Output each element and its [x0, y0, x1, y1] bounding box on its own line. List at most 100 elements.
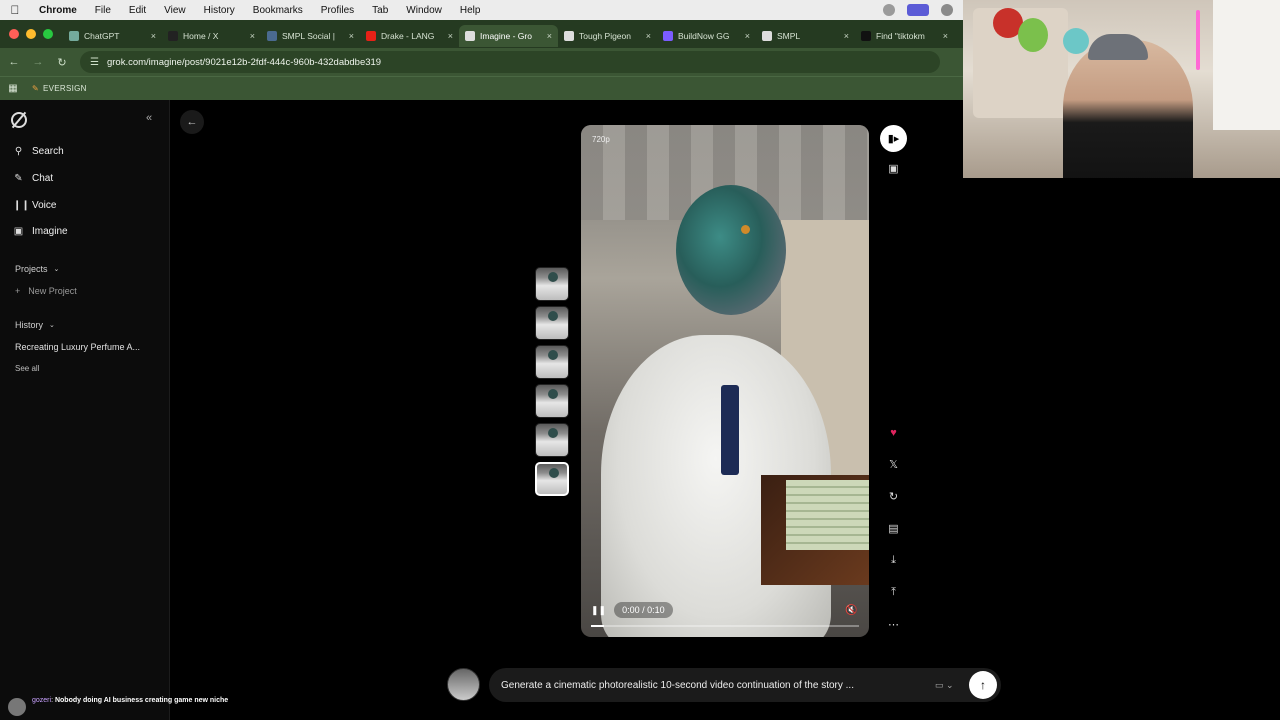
cash-stacks: [786, 480, 869, 550]
like-button[interactable]: ♥: [880, 419, 907, 446]
bookmark-eversign[interactable]: ✎ EVERSIGN: [32, 84, 87, 93]
download-button[interactable]: ⤓: [880, 547, 907, 574]
stream-chat-message: gozeri: Nobody doing AI business creatin…: [8, 684, 228, 716]
back-button[interactable]: ←: [180, 110, 204, 134]
upload-share-button[interactable]: ⤒: [880, 579, 907, 606]
video-thumbnail[interactable]: [535, 384, 569, 418]
arrow-up-icon: ↑: [980, 678, 986, 692]
menu-help[interactable]: Help: [451, 5, 490, 16]
video-player[interactable]: 720p ❚❚ 0:00 / 0:10 🔇: [581, 125, 869, 637]
prompt-input[interactable]: Generate a cinematic photorealistic 10-s…: [489, 668, 1001, 702]
sidebar-item-chat[interactable]: ✎ Chat: [13, 173, 53, 184]
browser-tab[interactable]: SMPL Social | ×: [261, 25, 360, 47]
image-mode-button[interactable]: ▣: [880, 155, 907, 182]
browser-tab[interactable]: Imagine - Gro ×: [459, 25, 558, 47]
video-thumbnail[interactable]: [535, 306, 569, 340]
history-item[interactable]: Recreating Luxury Perfume A...: [15, 342, 140, 352]
video-mode-button[interactable]: ▮▸: [880, 125, 907, 152]
close-tab-icon[interactable]: ×: [646, 31, 651, 41]
browser-tab[interactable]: Drake - LANG ×: [360, 25, 459, 47]
new-project-button[interactable]: + New Project: [15, 286, 77, 296]
grok-logo-icon[interactable]: [11, 112, 27, 128]
sidebar-item-imagine[interactable]: ▣ Imagine: [13, 226, 68, 237]
see-all-link[interactable]: See all: [15, 364, 39, 373]
menu-app-name[interactable]: Chrome: [30, 5, 86, 16]
menu-history[interactable]: History: [195, 5, 244, 16]
menu-file[interactable]: File: [86, 5, 120, 16]
tab-favicon-icon: [267, 31, 277, 41]
site-settings-icon[interactable]: ☰: [90, 57, 99, 68]
sidebar-item-search[interactable]: ⚲ Search: [13, 146, 64, 157]
collapse-sidebar-icon[interactable]: «: [146, 112, 152, 124]
status-camera-icon[interactable]: [941, 4, 953, 16]
menu-window[interactable]: Window: [397, 5, 451, 16]
more-button[interactable]: ⋯: [880, 611, 907, 638]
address-url: grok.com/imagine/post/9021e12b-2fdf-444c…: [106, 56, 382, 68]
browser-tab[interactable]: Find "tiktokm ×: [855, 25, 954, 47]
close-window-button[interactable]: [9, 29, 19, 39]
close-tab-icon[interactable]: ×: [250, 31, 255, 41]
menu-profiles[interactable]: Profiles: [312, 5, 363, 16]
video-progress-fill: [591, 625, 605, 627]
tab-favicon-icon: [762, 31, 772, 41]
close-tab-icon[interactable]: ×: [844, 31, 849, 41]
zoom-window-button[interactable]: [43, 29, 53, 39]
mute-icon[interactable]: 🔇: [845, 605, 857, 616]
close-tab-icon[interactable]: ×: [745, 31, 750, 41]
edit-image-button[interactable]: ▤: [880, 515, 907, 542]
chevron-down-icon: ⌄: [946, 679, 954, 690]
address-bar[interactable]: ☰ grok.com/imagine/post/9021e12b-2fdf-44…: [80, 51, 940, 73]
resolution-label: 720p: [592, 135, 610, 144]
chevron-down-icon: ⌄: [49, 322, 55, 329]
menu-tab[interactable]: Tab: [363, 5, 397, 16]
search-icon: ⚲: [14, 146, 23, 157]
history-header[interactable]: History ⌄: [15, 320, 55, 330]
close-tab-icon[interactable]: ×: [943, 31, 948, 41]
browser-tab[interactable]: ChatGPT ×: [63, 25, 162, 47]
close-tab-icon[interactable]: ×: [547, 31, 552, 41]
send-button[interactable]: ↑: [969, 671, 997, 699]
tab-favicon-icon: [69, 31, 79, 41]
close-tab-icon[interactable]: ×: [349, 31, 354, 41]
back-arrow-icon[interactable]: ←: [4, 56, 24, 68]
video-mode-dropdown[interactable]: ▭ ⌄: [935, 680, 954, 691]
close-tab-icon[interactable]: ×: [151, 31, 156, 41]
window-controls: [0, 29, 63, 39]
new-project-label: New Project: [28, 286, 77, 296]
menu-edit[interactable]: Edit: [120, 5, 155, 16]
tab-label: Tough Pigeon: [579, 31, 631, 41]
tab-label: Find "tiktokm: [876, 31, 925, 41]
share-icon: ⤒: [891, 586, 896, 598]
apps-grid-icon[interactable]: ▦: [0, 83, 26, 94]
browser-tab[interactable]: Home / X ×: [162, 25, 261, 47]
video-controls: ❚❚ 0:00 / 0:10: [591, 602, 673, 618]
browser-tab[interactable]: BuildNow GG ×: [657, 25, 756, 47]
prompt-image-thumbnail[interactable]: [447, 668, 480, 701]
menu-view[interactable]: View: [155, 5, 195, 16]
sidebar-item-voice[interactable]: ❙❙ Voice: [13, 200, 56, 211]
video-thumbnails: [535, 267, 570, 501]
browser-tab[interactable]: SMPL ×: [756, 25, 855, 47]
pause-icon[interactable]: ❚❚: [591, 605, 606, 616]
reload-icon[interactable]: ↻: [52, 56, 72, 69]
pigeon-head: [676, 185, 786, 315]
close-tab-icon[interactable]: ×: [448, 31, 453, 41]
projects-header[interactable]: Projects ⌄: [15, 264, 59, 274]
video-thumbnail[interactable]: [535, 423, 569, 457]
redo-button[interactable]: ↻: [880, 483, 907, 510]
apple-icon[interactable]: : [0, 3, 30, 17]
status-record-icon[interactable]: [907, 4, 929, 16]
chat-username: gozeri: [32, 696, 52, 704]
forward-arrow-icon[interactable]: →: [28, 56, 48, 68]
browser-tab[interactable]: Tough Pigeon ×: [558, 25, 657, 47]
share-x-button[interactable]: 𝕏: [880, 451, 907, 478]
minimize-window-button[interactable]: [26, 29, 36, 39]
video-progress-bar[interactable]: [591, 625, 859, 627]
menu-bookmarks[interactable]: Bookmarks: [244, 5, 312, 16]
video-thumbnail-selected[interactable]: [535, 462, 569, 496]
video-thumbnail[interactable]: [535, 267, 569, 301]
webcam-overlay: [963, 0, 1280, 178]
status-extension-icon[interactable]: [883, 4, 895, 16]
sidebar-item-label: Imagine: [32, 226, 68, 237]
video-thumbnail[interactable]: [535, 345, 569, 379]
